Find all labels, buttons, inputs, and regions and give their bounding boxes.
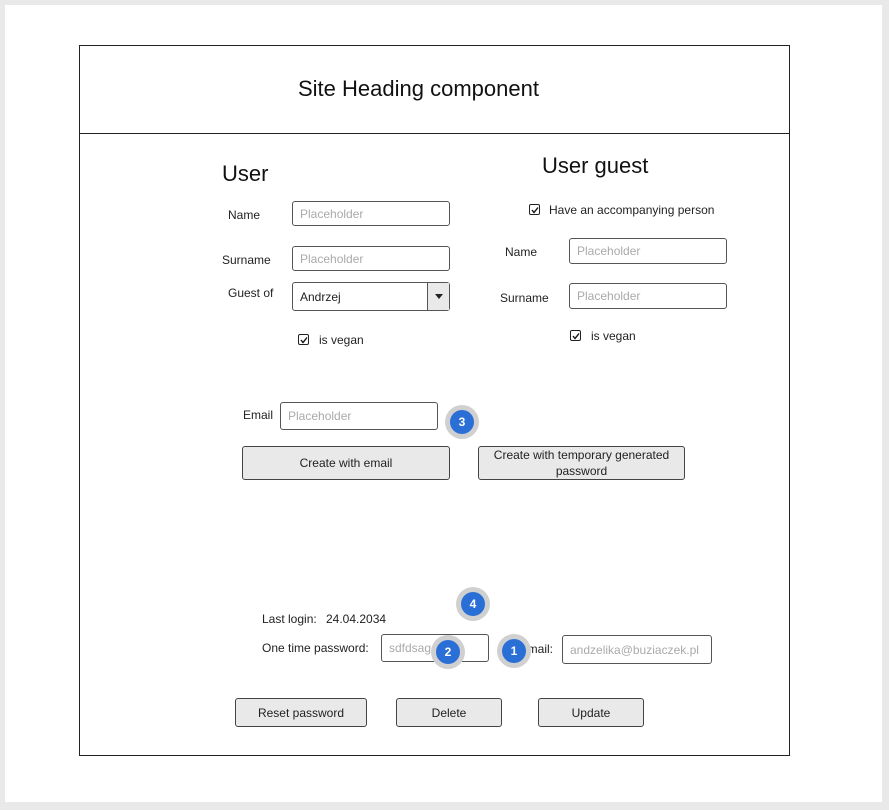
- guest-vegan-checkbox[interactable]: [570, 330, 581, 341]
- user-surname-input[interactable]: Placeholder: [292, 246, 450, 271]
- guest-of-label: Guest of: [228, 286, 274, 300]
- user-surname-label: Surname: [222, 253, 271, 267]
- badge-number: 3: [450, 410, 474, 434]
- create-temp-password-button[interactable]: Create with temporary generated password: [478, 446, 685, 480]
- user-vegan-label: is vegan: [319, 333, 364, 347]
- guest-section-title: User guest: [542, 153, 649, 178]
- user-name-input[interactable]: Placeholder: [292, 201, 450, 226]
- accompanying-checkbox[interactable]: [529, 204, 540, 215]
- create-with-email-button[interactable]: Create with email: [242, 446, 450, 480]
- create-email-label: Email: [243, 408, 274, 422]
- annotation-badge-4: 4: [456, 587, 490, 621]
- delete-button[interactable]: Delete: [396, 698, 502, 727]
- last-login-label: Last login:: [262, 612, 317, 626]
- last-login-value: 24.04.2034: [326, 612, 387, 626]
- guest-name-label: Name: [505, 245, 538, 259]
- site-heading-title: Site Heading component: [298, 76, 539, 101]
- checkmark-icon: [572, 333, 580, 340]
- checkmark-icon: [531, 207, 539, 214]
- checkmark-icon: [300, 337, 308, 344]
- annotation-badge-2: 2: [431, 635, 465, 669]
- update-button[interactable]: Update: [538, 698, 644, 727]
- guest-of-select[interactable]: Andrzej: [292, 282, 450, 311]
- account-email-input[interactable]: andzelika@buziaczek.pl: [562, 635, 712, 664]
- user-name-label: Name: [228, 208, 261, 222]
- create-email-input[interactable]: Placeholder: [280, 402, 438, 430]
- site-heading: Site Heading component: [79, 45, 790, 134]
- annotation-badge-3: 3: [445, 405, 479, 439]
- user-vegan-checkbox[interactable]: [298, 334, 309, 345]
- guest-vegan-label: is vegan: [591, 329, 636, 343]
- guest-of-value: Andrzej: [300, 290, 341, 304]
- accompanying-label: Have an accompanying person: [549, 203, 715, 217]
- guest-surname-input[interactable]: Placeholder: [569, 283, 727, 309]
- badge-number: 1: [502, 639, 526, 663]
- badge-number: 4: [461, 592, 485, 616]
- guest-name-input[interactable]: Placeholder: [569, 238, 727, 264]
- annotation-badge-1: 1: [497, 634, 531, 668]
- dropdown-arrow-icon[interactable]: [427, 283, 449, 310]
- otp-label: One time password:: [262, 641, 369, 655]
- guest-surname-label: Surname: [500, 291, 549, 305]
- user-section-title: User: [222, 161, 269, 186]
- reset-password-button[interactable]: Reset password: [235, 698, 367, 727]
- badge-number: 2: [436, 640, 460, 664]
